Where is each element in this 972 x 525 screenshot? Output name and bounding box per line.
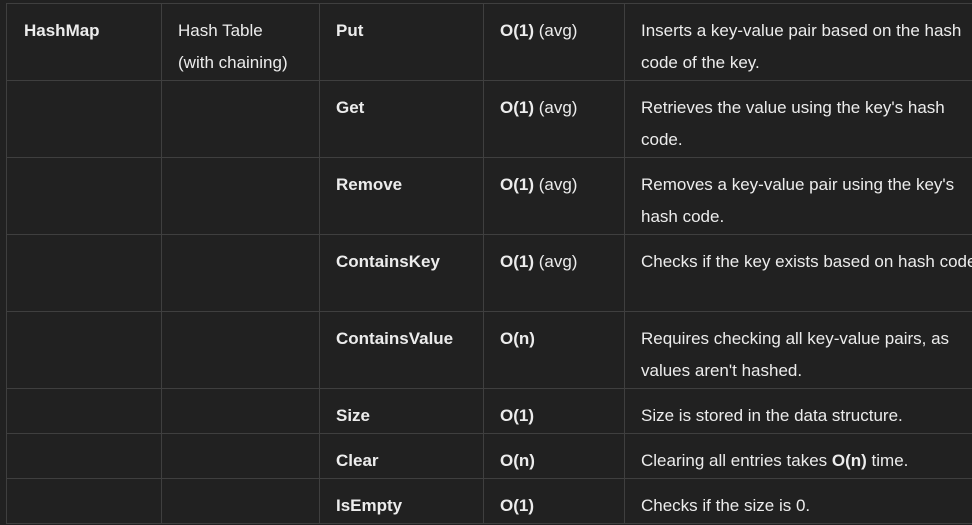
implementation-cell: Hash Table (with chaining) (161, 3, 320, 81)
complexity-value: O(1) (500, 175, 534, 194)
description-cell: Clearing all entries takes O(n) time. (624, 433, 972, 479)
empty-cell (161, 478, 320, 524)
operation-cell: ContainsKey (319, 234, 484, 312)
data-structure-cell: HashMap (6, 3, 162, 81)
complexity-cell: O(1) (avg) (483, 80, 625, 158)
complexity-value: O(1) (500, 21, 534, 40)
operation-cell: Put (319, 3, 484, 81)
complexity-table-container: HashMap Hash Table (with chaining) Put O… (0, 0, 972, 525)
complexity-cell: O(1) (avg) (483, 3, 625, 81)
complexity-note: (avg) (534, 98, 578, 117)
operation-cell: IsEmpty (319, 478, 484, 524)
complexity-value: O(1) (500, 406, 534, 425)
empty-cell (6, 433, 162, 479)
empty-cell (161, 80, 320, 158)
description-cell: Retrieves the value using the key's hash… (624, 80, 972, 158)
operation-cell: Size (319, 388, 484, 434)
table-row: Size O(1) Size is stored in the data str… (6, 388, 972, 434)
empty-cell (6, 234, 162, 312)
complexity-value: O(1) (500, 496, 534, 515)
complexity-cell: O(1) (483, 388, 625, 434)
operation-cell: Get (319, 80, 484, 158)
description-text: time. (866, 451, 909, 470)
description-cell: Checks if the size is 0. (624, 478, 972, 524)
empty-cell (161, 388, 320, 434)
complexity-value: O(n) (500, 451, 535, 470)
description-cell: Checks if the key exists based on hash c… (624, 234, 972, 312)
empty-cell (161, 234, 320, 312)
table-row: Remove O(1) (avg) Removes a key-value pa… (6, 157, 972, 235)
empty-cell (6, 478, 162, 524)
description-cell: Inserts a key-value pair based on the ha… (624, 3, 972, 81)
complexity-cell: O(1) (avg) (483, 234, 625, 312)
operation-cell: Remove (319, 157, 484, 235)
complexity-cell: O(1) (483, 478, 625, 524)
table-row: IsEmpty O(1) Checks if the size is 0. (6, 478, 972, 524)
empty-cell (6, 157, 162, 235)
description-cell: Size is stored in the data structure. (624, 388, 972, 434)
complexity-note: (avg) (534, 175, 578, 194)
description-text: Clearing all entries takes (641, 451, 832, 470)
description-bold: O(n) (831, 451, 867, 470)
complexity-cell: O(n) (483, 311, 625, 389)
table-row: HashMap Hash Table (with chaining) Put O… (6, 3, 972, 81)
empty-cell (6, 388, 162, 434)
complexity-table: HashMap Hash Table (with chaining) Put O… (6, 3, 972, 524)
complexity-note: (avg) (534, 252, 578, 271)
complexity-value: O(1) (500, 98, 534, 117)
empty-cell (6, 80, 162, 158)
complexity-value: O(1) (500, 252, 534, 271)
complexity-cell: O(1) (avg) (483, 157, 625, 235)
complexity-cell: O(n) (483, 433, 625, 479)
empty-cell (161, 157, 320, 235)
empty-cell (6, 311, 162, 389)
description-cell: Requires checking all key-value pairs, a… (624, 311, 972, 389)
empty-cell (161, 433, 320, 479)
operation-cell: ContainsValue (319, 311, 484, 389)
table-row: Get O(1) (avg) Retrieves the value using… (6, 80, 972, 158)
table-row: ContainsKey O(1) (avg) Checks if the key… (6, 234, 972, 312)
complexity-note: (avg) (534, 21, 578, 40)
table-row: ContainsValue O(n) Requires checking all… (6, 311, 972, 389)
operation-cell: Clear (319, 433, 484, 479)
empty-cell (161, 311, 320, 389)
description-cell: Removes a key-value pair using the key's… (624, 157, 972, 235)
complexity-value: O(n) (500, 329, 535, 348)
table-row: Clear O(n) Clearing all entries takes O(… (6, 433, 972, 479)
